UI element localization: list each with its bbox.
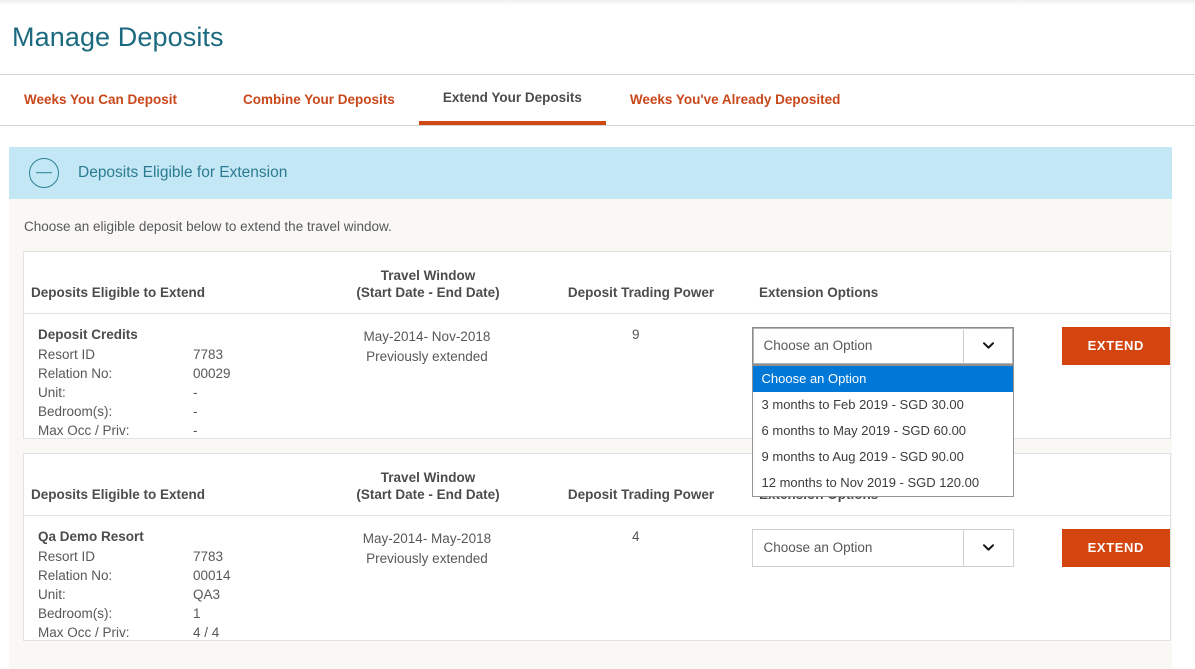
trading-power-cell: 9 (529, 327, 743, 342)
extension-options-cell: Choose an Option (743, 529, 1041, 567)
column-header-deposit: Deposits Eligible to Extend (24, 285, 324, 313)
panel-header-title: Deposits Eligible for Extension (78, 164, 287, 182)
tab-label: Weeks You've Already Deposited (630, 92, 841, 107)
tab-extend-your-deposits[interactable]: Extend Your Deposits (419, 75, 606, 125)
column-header-travel-window: Travel Window (Start Date - End Date) (324, 268, 532, 313)
trading-power-cell: 4 (529, 529, 743, 544)
deposit-detail-grid: Resort ID 7783 Relation No: 00014 Unit: … (31, 549, 325, 640)
extend-button[interactable]: EXTEND (1062, 327, 1170, 365)
tab-label: Combine Your Deposits (243, 92, 395, 107)
deposit-name: Qa Demo Resort (31, 529, 325, 544)
table-header-row: Deposits Eligible to Extend Travel Windo… (24, 252, 1170, 314)
extension-select-value: Choose an Option (753, 338, 963, 353)
label-relation-no: Relation No: (38, 568, 193, 583)
extension-select[interactable]: Choose an Option (752, 327, 1014, 365)
column-header-trading-power: Deposit Trading Power (532, 487, 750, 515)
panel-header-deposits-eligible[interactable]: Deposits Eligible for Extension (9, 147, 1172, 199)
label-resort-id: Resort ID (38, 549, 193, 564)
trading-power-value: 9 (529, 327, 743, 342)
label-max-occ: Max Occ / Priv: (38, 423, 193, 438)
value-max-occ: - (193, 423, 325, 438)
column-header-travel-window-top: Travel Window (324, 470, 532, 485)
value-bedrooms: - (193, 404, 325, 419)
chevron-down-icon[interactable] (963, 530, 1013, 566)
deposit-detail-grid: Resort ID 7783 Relation No: 00029 Unit: … (31, 347, 325, 438)
label-bedrooms: Bedroom(s): (38, 606, 193, 621)
content-area: Deposits Eligible for Extension Choose a… (0, 147, 1195, 669)
travel-window-value: May-2014- May-2018 (325, 529, 529, 549)
value-unit: QA3 (193, 587, 325, 602)
deposit-name: Deposit Credits (31, 327, 325, 342)
label-max-occ: Max Occ / Priv: (38, 625, 193, 640)
tab-combine-your-deposits[interactable]: Combine Your Deposits (219, 75, 419, 125)
column-header-travel-window-bottom: (Start Date - End Date) (324, 285, 532, 300)
extend-button[interactable]: EXTEND (1062, 529, 1170, 567)
page-title: Manage Deposits (0, 5, 1195, 53)
option-item[interactable]: 6 months to May 2019 - SGD 60.00 (753, 418, 1013, 444)
value-resort-id: 7783 (193, 549, 325, 564)
tab-label: Extend Your Deposits (443, 90, 582, 105)
column-header-action (1045, 502, 1170, 515)
extension-options-list[interactable]: Choose an Option 3 months to Feb 2019 - … (752, 365, 1014, 497)
deposit-card: Deposits Eligible to Extend Travel Windo… (23, 251, 1171, 439)
deposit-info-cell: Qa Demo Resort Resort ID 7783 Relation N… (24, 529, 325, 640)
column-header-action (1045, 300, 1170, 313)
travel-window-note: Previously extended (325, 549, 529, 569)
action-cell: EXTEND (1041, 327, 1170, 365)
extension-select-value: Choose an Option (753, 540, 963, 555)
table-row: Deposit Credits Resort ID 7783 Relation … (24, 314, 1170, 438)
value-relation-no: 00029 (193, 366, 325, 381)
column-header-extension-options: Extension Options (750, 285, 1045, 313)
option-item[interactable]: 3 months to Feb 2019 - SGD 30.00 (753, 392, 1013, 418)
value-max-occ: 4 / 4 (193, 625, 325, 640)
option-item[interactable]: 12 months to Nov 2019 - SGD 120.00 (753, 470, 1013, 496)
option-item[interactable]: 9 months to Aug 2019 - SGD 90.00 (753, 444, 1013, 470)
tab-bar: Weeks You Can Deposit Combine Your Depos… (0, 74, 1195, 126)
extension-select[interactable]: Choose an Option (752, 529, 1014, 567)
label-bedrooms: Bedroom(s): (38, 404, 193, 419)
option-item[interactable]: Choose an Option (753, 366, 1013, 392)
tab-weeks-youve-already-deposited[interactable]: Weeks You've Already Deposited (606, 75, 865, 125)
column-header-trading-power: Deposit Trading Power (532, 285, 750, 313)
deposit-info-cell: Deposit Credits Resort ID 7783 Relation … (24, 327, 325, 438)
trading-power-value: 4 (529, 529, 743, 544)
extension-select-wrapper: Choose an Option (752, 529, 1014, 567)
column-header-travel-window-top: Travel Window (324, 268, 532, 283)
minus-circle-icon[interactable] (29, 158, 59, 188)
travel-window-note: Previously extended (325, 347, 529, 367)
panel-body: Choose an eligible deposit below to exte… (9, 199, 1172, 669)
tab-weeks-you-can-deposit[interactable]: Weeks You Can Deposit (24, 75, 201, 125)
travel-window-value: May-2014- Nov-2018 (325, 327, 529, 347)
value-resort-id: 7783 (193, 347, 325, 362)
column-header-deposit: Deposits Eligible to Extend (24, 487, 324, 515)
label-unit: Unit: (38, 385, 193, 400)
label-unit: Unit: (38, 587, 193, 602)
label-relation-no: Relation No: (38, 366, 193, 381)
value-relation-no: 00014 (193, 568, 325, 583)
action-cell: EXTEND (1041, 529, 1170, 567)
value-unit: - (193, 385, 325, 400)
chevron-down-icon[interactable] (963, 328, 1013, 364)
panel-intro-text: Choose an eligible deposit below to exte… (9, 199, 1172, 251)
label-resort-id: Resort ID (38, 347, 193, 362)
value-bedrooms: 1 (193, 606, 325, 621)
column-header-travel-window: Travel Window (Start Date - End Date) (324, 470, 532, 515)
extension-select-wrapper: Choose an Option Choose an Option 3 mont… (752, 327, 1014, 365)
column-header-travel-window-bottom: (Start Date - End Date) (324, 487, 532, 502)
travel-window-cell: May-2014- May-2018 Previously extended (325, 529, 529, 569)
travel-window-cell: May-2014- Nov-2018 Previously extended (325, 327, 529, 367)
extension-options-cell: Choose an Option Choose an Option 3 mont… (743, 327, 1041, 365)
table-row: Qa Demo Resort Resort ID 7783 Relation N… (24, 516, 1170, 640)
tab-label: Weeks You Can Deposit (24, 92, 177, 107)
